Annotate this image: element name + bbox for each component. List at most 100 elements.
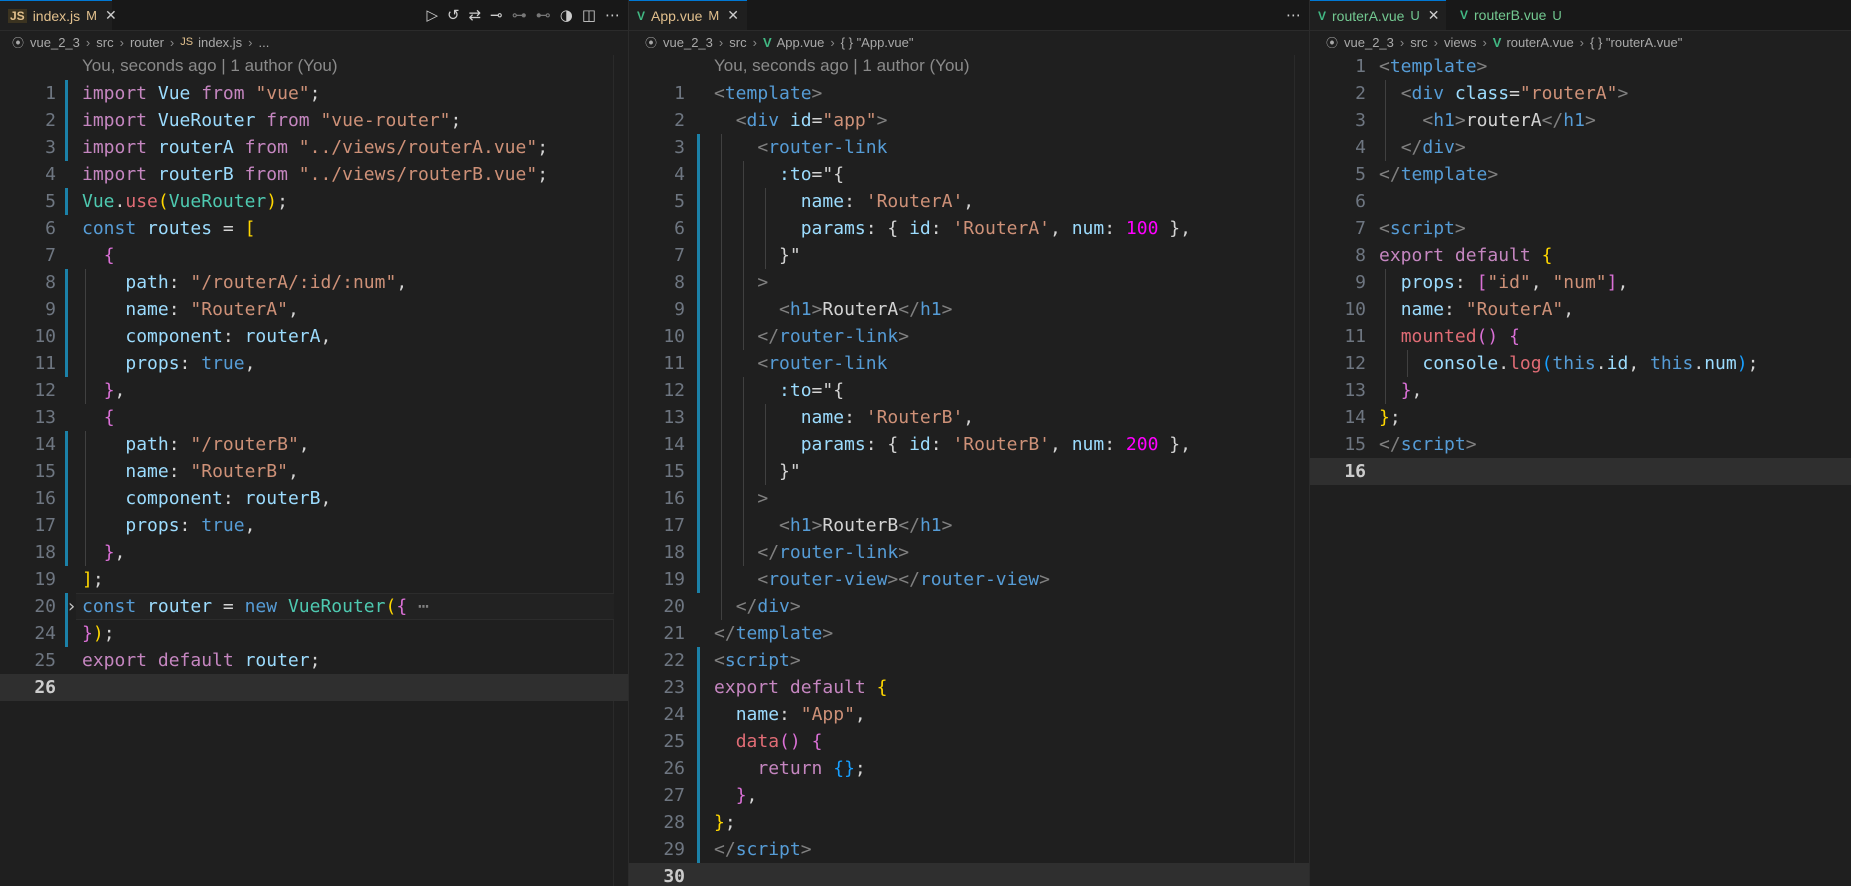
breadcrumb-item[interactable]: ... <box>259 35 270 50</box>
breadcrumb-item[interactable]: views <box>1444 35 1477 50</box>
code-line[interactable]: 14}; <box>1310 404 1851 431</box>
code-line[interactable]: 13 }, <box>1310 377 1851 404</box>
code-line[interactable]: 17 <h1>RouterB</h1> <box>629 512 1309 539</box>
breadcrumb-item[interactable]: src <box>96 35 113 50</box>
code-line[interactable]: 4 import routerB from "../views/routerB.v… <box>0 161 628 188</box>
code-line[interactable]: 12 :to="{ <box>629 377 1309 404</box>
code-line[interactable]: 24 name: "App", <box>629 701 1309 728</box>
code-line[interactable]: 5 </template> <box>1310 161 1851 188</box>
code-line[interactable]: 10 </router-link> <box>629 323 1309 350</box>
code-line[interactable]: 2 <div class="routerA"> <box>1310 80 1851 107</box>
code-line[interactable]: 12 }, <box>0 377 628 404</box>
code-line[interactable]: 8 > <box>629 269 1309 296</box>
breadcrumb-item[interactable]: index.js <box>198 35 242 50</box>
code-line[interactable]: 6 <box>1310 188 1851 215</box>
code-line[interactable]: 9 props: ["id", "num"], <box>1310 269 1851 296</box>
editor-pane-routera-vue[interactable]: V routerA.vue U ✕ V routerB.vue U ⦿ vue_… <box>1310 0 1851 886</box>
code-line[interactable]: 13 name: 'RouterB', <box>629 404 1309 431</box>
code-line[interactable]: 3 import routerA from "../views/routerA.v… <box>0 134 628 161</box>
code-line[interactable]: 11 <router-link <box>629 350 1309 377</box>
close-icon[interactable]: ✕ <box>1428 7 1440 24</box>
code-line[interactable]: 5 name: 'RouterA', <box>629 188 1309 215</box>
breadcrumb-item[interactable]: src <box>729 35 746 50</box>
code-line[interactable]: 4 </div> <box>1310 134 1851 161</box>
code-line[interactable]: 26 <box>0 674 628 701</box>
editor-pane-index-js[interactable]: JS index.js M ✕ ▷ ↺ ⇄ ⊸ ⊶ ⊷ ◑ ◫ ⋯ ⦿ vue_… <box>0 0 628 886</box>
code-line[interactable]: 15 </script> <box>1310 431 1851 458</box>
more-actions-icon[interactable]: ⋯ <box>1286 6 1301 24</box>
editor-pane-app-vue[interactable]: V App.vue M ✕ ⋯ ⦿ vue_2_3 › src › V App.vu… <box>629 0 1309 886</box>
code-line[interactable]: 7 }" <box>629 242 1309 269</box>
code-line[interactable]: 19]; <box>0 566 628 593</box>
code-line[interactable]: 3 <h1>routerA</h1> <box>1310 107 1851 134</box>
code-line[interactable]: 28}; <box>629 809 1309 836</box>
code-line[interactable]: 9 <h1>RouterA</h1> <box>629 296 1309 323</box>
next-change-icon[interactable]: ⊷ <box>536 6 551 24</box>
code-line[interactable]: 11 props: true, <box>0 350 628 377</box>
code-line[interactable]: 6 const routes = [ <box>0 215 628 242</box>
code-line[interactable]: 16 component: routerB, <box>0 485 628 512</box>
more-actions-icon[interactable]: ⋯ <box>605 6 620 24</box>
code-line[interactable]: 15 }" <box>629 458 1309 485</box>
code-line[interactable]: 14 path: "/routerB", <box>0 431 628 458</box>
git-blame-codelens[interactable]: You, seconds ago | 1 author (You) <box>714 56 970 76</box>
code-line[interactable]: 2 import VueRouter from "vue-router"; <box>0 107 628 134</box>
previous-change-icon[interactable]: ⊶ <box>512 6 527 24</box>
code-line[interactable]: 27 }, <box>629 782 1309 809</box>
code-line[interactable]: 20 </div> <box>629 593 1309 620</box>
split-editor-icon[interactable]: ◫ <box>582 6 596 24</box>
code-line[interactable]: 21 </template> <box>629 620 1309 647</box>
code-line[interactable]: 5 Vue.use(VueRouter); <box>0 188 628 215</box>
git-commit-icon[interactable]: ⊸ <box>490 6 503 24</box>
code-line[interactable]: 13 { <box>0 404 628 431</box>
breadcrumb-item[interactable]: vue_2_3 <box>30 35 80 50</box>
code-line[interactable]: 25 data() { <box>629 728 1309 755</box>
breadcrumb-item[interactable]: routerA.vue <box>1506 35 1573 50</box>
code-line[interactable]: 22 <script> <box>629 647 1309 674</box>
close-icon[interactable]: ✕ <box>105 7 117 24</box>
code-line[interactable]: 1 import Vue from "vue"; <box>0 80 628 107</box>
close-icon[interactable]: ✕ <box>727 7 739 24</box>
code-line[interactable]: 19 <router-view></router-view> <box>629 566 1309 593</box>
code-line[interactable]: 20 const router = new VueRouter({ ⋯ <box>0 593 628 620</box>
breadcrumb-item[interactable]: vue_2_3 <box>663 35 713 50</box>
code-line[interactable]: 23 export default { <box>629 674 1309 701</box>
code-line[interactable]: 1 <template> <box>629 80 1309 107</box>
code-line[interactable]: 8 path: "/routerA/:id/:num", <box>0 269 628 296</box>
code-line[interactable]: 12 console.log(this.id, this.num); <box>1310 350 1851 377</box>
code-line[interactable]: 26 return {}; <box>629 755 1309 782</box>
code-line[interactable]: 30 <box>629 863 1309 886</box>
code-line[interactable]: 29 </script> <box>629 836 1309 863</box>
breadcrumb-item[interactable]: App.vue <box>777 35 825 50</box>
breadcrumb-item[interactable]: { } "App.vue" <box>841 35 914 50</box>
code-line[interactable]: 25 export default router; <box>0 647 628 674</box>
compare-changes-icon[interactable]: ⇄ <box>469 6 482 24</box>
code-line[interactable]: 1 <template> <box>1310 53 1851 80</box>
git-blame-codelens[interactable]: You, seconds ago | 1 author (You) <box>82 56 338 76</box>
code-line[interactable]: 10 name: "RouterA", <box>1310 296 1851 323</box>
code-line[interactable]: 11 mounted() { <box>1310 323 1851 350</box>
history-icon[interactable]: ↺ <box>447 6 460 24</box>
code-line[interactable]: 17 props: true, <box>0 512 628 539</box>
code-line[interactable]: 10 component: routerA, <box>0 323 628 350</box>
timeline-icon[interactable]: ◑ <box>560 6 573 24</box>
breadcrumb-item[interactable]: router <box>130 35 164 50</box>
breadcrumb-item[interactable]: { } "routerA.vue" <box>1590 35 1682 50</box>
code-line[interactable]: 16 <box>1310 458 1851 485</box>
code-line[interactable]: 7 { <box>0 242 628 269</box>
code-line[interactable]: 9 name: "RouterA", <box>0 296 628 323</box>
tab-index-js[interactable]: JS index.js M ✕ <box>0 0 117 30</box>
code-line[interactable]: 18 </router-link> <box>629 539 1309 566</box>
tab-app-vue[interactable]: V App.vue M ✕ <box>629 0 747 30</box>
tab-routera-vue[interactable]: V routerA.vue U ✕ <box>1310 0 1446 30</box>
breadcrumb-item[interactable]: vue_2_3 <box>1344 35 1394 50</box>
code-line[interactable]: 16 > <box>629 485 1309 512</box>
code-line[interactable]: 24}); <box>0 620 628 647</box>
code-line[interactable]: 4 :to="{ <box>629 161 1309 188</box>
code-line[interactable]: 8 export default { <box>1310 242 1851 269</box>
code-line[interactable]: 18 }, <box>0 539 628 566</box>
code-line[interactable]: 3 <router-link <box>629 134 1309 161</box>
code-line[interactable]: 15 name: "RouterB", <box>0 458 628 485</box>
breadcrumb-item[interactable]: src <box>1410 35 1427 50</box>
tab-routerb-vue[interactable]: V routerB.vue U <box>1452 0 1572 30</box>
